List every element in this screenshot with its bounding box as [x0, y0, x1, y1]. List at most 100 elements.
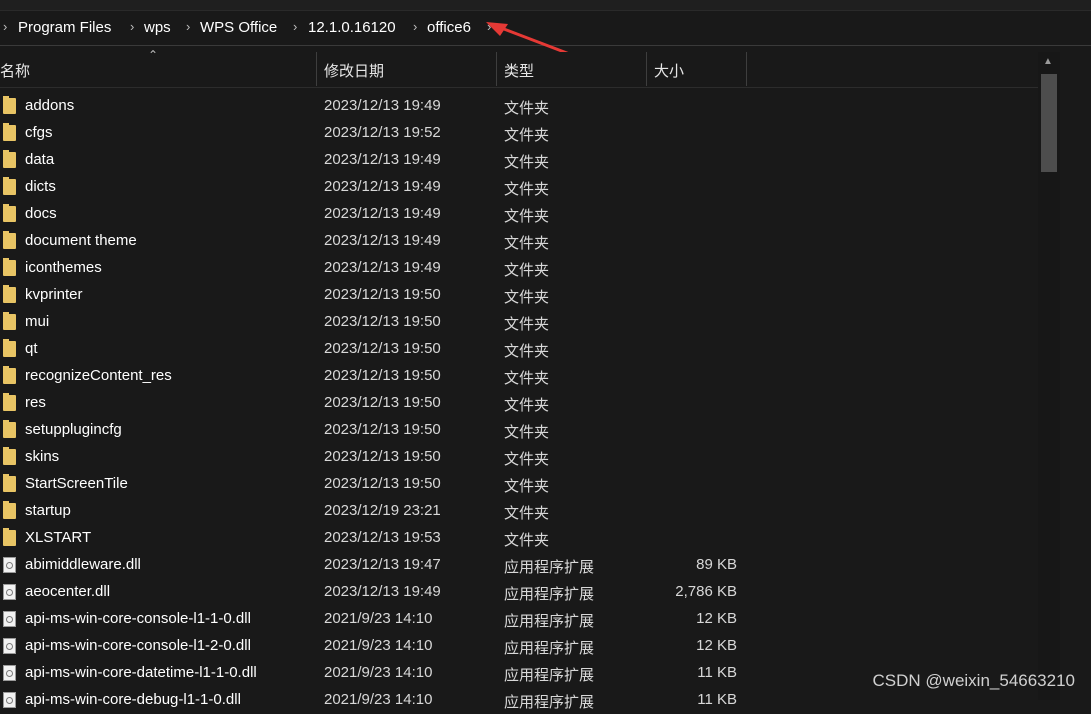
column-divider[interactable] — [746, 52, 747, 86]
file-date-modified: 2023/12/13 19:50 — [324, 475, 441, 492]
file-type: 文件夹 — [504, 397, 550, 414]
file-type: 文件夹 — [504, 478, 550, 495]
file-date-modified: 2023/12/13 19:50 — [324, 367, 441, 384]
file-name: api-ms-win-core-console-l1-2-0.dll — [25, 637, 251, 654]
file-name: StartScreenTile — [25, 475, 128, 492]
breadcrumb-item-wps-office[interactable]: WPS Office — [200, 19, 277, 36]
file-name: qt — [25, 340, 38, 357]
folder-icon — [3, 285, 16, 303]
file-date-modified: 2023/12/13 19:53 — [324, 529, 441, 546]
file-list-item[interactable]: recognizeContent_res 2023/12/13 19:50 文件夹 — [0, 363, 1038, 390]
file-list-item[interactable]: abimiddleware.dll 2023/12/13 19:47 应用程序扩展 8… — [0, 552, 1038, 579]
folder-icon — [3, 528, 16, 546]
file-date-modified: 2021/9/23 14:10 — [324, 637, 433, 654]
column-divider[interactable] — [646, 52, 647, 86]
file-type: 文件夹 — [504, 127, 550, 144]
chevron-right-icon[interactable]: › — [3, 19, 7, 34]
chevron-right-icon[interactable]: › — [293, 19, 297, 34]
file-type: 文件夹 — [504, 289, 550, 306]
file-list-item[interactable]: api-ms-win-core-debug-l1-1-0.dll 2021/9/2… — [0, 687, 1038, 714]
file-date-modified: 2023/12/13 19:49 — [324, 151, 441, 168]
breadcrumb-item-wps[interactable]: wps — [144, 19, 171, 36]
file-list-item[interactable]: docs 2023/12/13 19:49 文件夹 — [0, 201, 1038, 228]
breadcrumb-item-version[interactable]: 12.1.0.16120 — [308, 19, 396, 36]
file-date-modified: 2023/12/13 19:50 — [324, 286, 441, 303]
file-type: 文件夹 — [504, 370, 550, 387]
file-type: 应用程序扩展 — [504, 586, 595, 603]
file-list-item[interactable]: document theme 2023/12/13 19:49 文件夹 — [0, 228, 1038, 255]
file-name: XLSTART — [25, 529, 92, 546]
file-date-modified: 2023/12/13 19:47 — [324, 556, 441, 573]
file-list-item[interactable]: dicts 2023/12/13 19:49 文件夹 — [0, 174, 1038, 201]
file-list-item[interactable]: data 2023/12/13 19:49 文件夹 — [0, 147, 1038, 174]
file-date-modified: 2023/12/13 19:49 — [324, 259, 441, 276]
file-size: 12 KB — [696, 610, 737, 627]
chevron-right-icon[interactable]: › — [186, 19, 190, 34]
dll-file-icon — [3, 665, 16, 681]
file-list-item[interactable]: addons 2023/12/13 19:49 文件夹 — [0, 93, 1038, 120]
chevron-right-icon[interactable]: › — [130, 19, 134, 34]
column-divider[interactable] — [316, 52, 317, 86]
file-list-item[interactable]: setupplugincfg 2023/12/13 19:50 文件夹 — [0, 417, 1038, 444]
file-list-item[interactable]: StartScreenTile 2023/12/13 19:50 文件夹 — [0, 471, 1038, 498]
breadcrumb-item-program-files[interactable]: Program Files — [18, 19, 111, 36]
file-name: document theme — [25, 232, 137, 249]
file-name: api-ms-win-core-datetime-l1-1-0.dll — [25, 664, 257, 681]
column-header-size[interactable]: 大小 — [654, 60, 684, 81]
scroll-up-icon[interactable]: ▲ — [1043, 56, 1053, 67]
folder-icon — [3, 474, 16, 492]
column-header-name[interactable]: 名称 — [0, 60, 30, 81]
file-list-item[interactable]: cfgs 2023/12/13 19:52 文件夹 — [0, 120, 1038, 147]
file-name: api-ms-win-core-console-l1-1-0.dll — [25, 610, 251, 627]
file-date-modified: 2023/12/13 19:50 — [324, 313, 441, 330]
file-date-modified: 2023/12/13 19:52 — [324, 124, 441, 141]
file-type: 应用程序扩展 — [504, 613, 595, 630]
folder-icon — [3, 501, 16, 519]
scroll-thumb[interactable] — [1041, 74, 1057, 172]
chevron-right-icon[interactable]: › — [413, 19, 417, 34]
column-divider[interactable] — [496, 52, 497, 86]
breadcrumb-item-office6[interactable]: office6 — [427, 19, 471, 36]
file-name: data — [25, 151, 55, 168]
folder-icon — [3, 366, 16, 384]
folder-icon — [3, 447, 16, 465]
file-type: 文件夹 — [504, 154, 550, 171]
file-list-item[interactable]: qt 2023/12/13 19:50 文件夹 — [0, 336, 1038, 363]
folder-icon — [3, 231, 16, 249]
column-header-date[interactable]: 修改日期 — [324, 60, 384, 81]
file-type: 应用程序扩展 — [504, 667, 595, 684]
file-list-item[interactable]: mui 2023/12/13 19:50 文件夹 — [0, 309, 1038, 336]
file-date-modified: 2023/12/13 19:50 — [324, 340, 441, 357]
folder-icon — [3, 123, 16, 141]
file-list-item[interactable]: kvprinter 2023/12/13 19:50 文件夹 — [0, 282, 1038, 309]
file-list-item[interactable]: iconthemes 2023/12/13 19:49 文件夹 — [0, 255, 1038, 282]
folder-icon — [3, 96, 16, 114]
dll-file-icon — [3, 557, 16, 573]
file-list-item[interactable]: skins 2023/12/13 19:50 文件夹 — [0, 444, 1038, 471]
file-size: 12 KB — [696, 637, 737, 654]
file-list-item[interactable]: res 2023/12/13 19:50 文件夹 — [0, 390, 1038, 417]
ribbon-remnant — [0, 0, 1091, 10]
file-list-item[interactable]: api-ms-win-core-console-l1-1-0.dll 2021/9… — [0, 606, 1038, 633]
file-list-item[interactable]: startup 2023/12/19 23:21 文件夹 — [0, 498, 1038, 525]
column-header-type[interactable]: 类型 — [504, 60, 534, 81]
file-name: mui — [25, 313, 50, 330]
file-type: 应用程序扩展 — [504, 694, 595, 711]
file-name: iconthemes — [25, 259, 102, 276]
file-type: 文件夹 — [504, 208, 550, 225]
file-date-modified: 2023/12/13 19:49 — [324, 205, 441, 222]
file-type: 文件夹 — [504, 451, 550, 468]
folder-icon — [3, 204, 16, 222]
file-date-modified: 2023/12/19 23:21 — [324, 502, 441, 519]
file-type: 应用程序扩展 — [504, 640, 595, 657]
folder-icon — [3, 150, 16, 168]
dll-file-icon — [3, 638, 16, 654]
file-name: aeocenter.dll — [25, 583, 111, 600]
file-name: setupplugincfg — [25, 421, 122, 438]
file-name: docs — [25, 205, 57, 222]
file-list-item[interactable]: XLSTART 2023/12/13 19:53 文件夹 — [0, 525, 1038, 552]
file-list-item[interactable]: aeocenter.dll 2023/12/13 19:49 应用程序扩展 2,786… — [0, 579, 1038, 606]
file-list-item[interactable]: api-ms-win-core-console-l1-2-0.dll 2021/9… — [0, 633, 1038, 660]
folder-icon — [3, 177, 16, 195]
vertical-scrollbar[interactable]: ▲ — [1038, 52, 1060, 700]
